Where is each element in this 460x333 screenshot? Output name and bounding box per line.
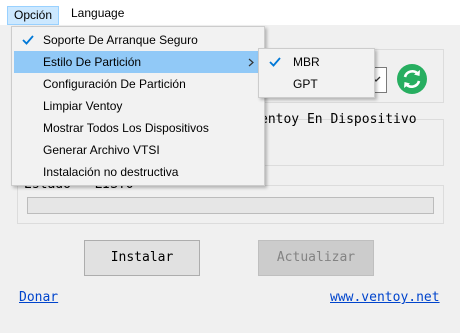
refresh-button[interactable] bbox=[396, 63, 428, 95]
menu-item-label: Mostrar Todos Los Dispositivos bbox=[43, 121, 209, 135]
submenu-item-mbr[interactable]: MBR bbox=[261, 51, 372, 73]
ventoy-device-label: entoy En Dispositivo bbox=[260, 112, 417, 127]
option-menu: Soporte De Arranque Seguro Estilo De Par… bbox=[11, 26, 265, 186]
refresh-icon bbox=[397, 64, 427, 94]
menu-item-clear-ventoy[interactable]: Limpiar Ventoy bbox=[14, 95, 262, 117]
menu-item-label: Configuración De Partición bbox=[43, 77, 186, 91]
progress-bar bbox=[27, 197, 434, 214]
update-button[interactable]: Actualizar bbox=[258, 240, 374, 276]
checkmark-icon bbox=[22, 35, 34, 45]
submenu-item-label: GPT bbox=[293, 77, 318, 91]
menu-item-generate-vtsi[interactable]: Generar Archivo VTSI bbox=[14, 139, 262, 161]
menu-item-partition-style[interactable]: Estilo De Partición bbox=[14, 51, 262, 73]
menu-item-non-destructive-install[interactable]: Instalación no destructiva bbox=[14, 161, 262, 183]
menu-opcion[interactable]: Opción bbox=[7, 6, 60, 25]
menu-item-label: Soporte De Arranque Seguro bbox=[43, 33, 198, 47]
submenu-item-label: MBR bbox=[293, 55, 320, 69]
menu-item-partition-config[interactable]: Configuración De Partición bbox=[14, 73, 262, 95]
donate-link[interactable]: Donar bbox=[19, 290, 58, 305]
menu-language[interactable]: Language bbox=[65, 4, 130, 24]
menu-item-label: Estilo De Partición bbox=[43, 55, 142, 69]
submenu-item-gpt[interactable]: GPT bbox=[261, 73, 372, 95]
menu-item-label: Instalación no destructiva bbox=[43, 165, 179, 179]
partition-style-submenu: MBR GPT bbox=[258, 48, 375, 98]
menu-item-label: Generar Archivo VTSI bbox=[43, 143, 160, 157]
checkmark-icon bbox=[269, 57, 281, 67]
chevron-right-icon bbox=[248, 58, 254, 67]
menu-bar: Opción Language bbox=[0, 0, 460, 26]
menu-item-label: Limpiar Ventoy bbox=[43, 99, 123, 113]
install-button[interactable]: Instalar bbox=[84, 240, 200, 276]
menu-item-show-all-devices[interactable]: Mostrar Todos Los Dispositivos bbox=[14, 117, 262, 139]
menu-item-secure-boot[interactable]: Soporte De Arranque Seguro bbox=[14, 29, 262, 51]
site-link[interactable]: www.ventoy.net bbox=[330, 290, 440, 305]
